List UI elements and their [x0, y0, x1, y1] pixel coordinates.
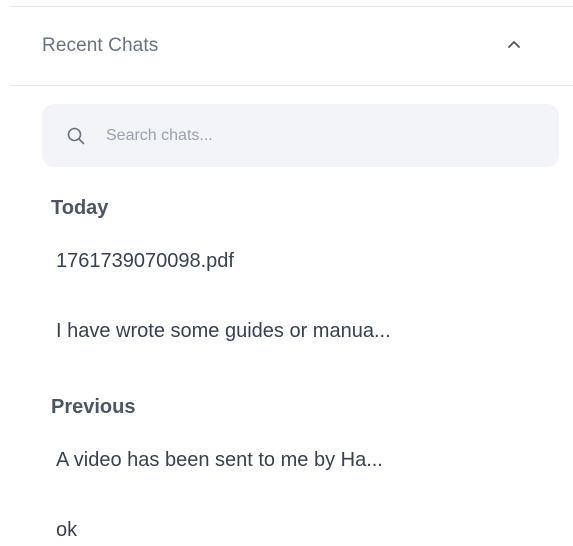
chat-item[interactable]: A video has been sent to me by Ha...: [44, 441, 544, 481]
group-label-previous: Previous: [51, 396, 136, 418]
chat-item[interactable]: 1761739070098.pdf: [44, 242, 544, 282]
chat-item-label: I have wrote some guides or manua...: [56, 320, 391, 342]
search-icon: [67, 127, 85, 145]
search-box[interactable]: [42, 104, 559, 167]
header-divider: [10, 85, 573, 86]
chat-item[interactable]: ok: [44, 511, 544, 546]
recent-chats-header[interactable]: Recent Chats: [10, 7, 573, 85]
chat-item-label: 1761739070098.pdf: [56, 250, 234, 272]
chat-item-label: ok: [56, 519, 78, 541]
search-input[interactable]: [106, 122, 536, 150]
chat-item[interactable]: I have wrote some guides or manua...: [44, 312, 544, 352]
recent-chats-panel: Recent Chats Today 1761739070098.pdf I h…: [0, 0, 573, 546]
recent-chats-title: Recent Chats: [42, 35, 159, 56]
group-label-today: Today: [51, 197, 109, 219]
chevron-up-icon[interactable]: [505, 37, 523, 51]
chat-item-label: A video has been sent to me by Ha...: [56, 449, 383, 471]
